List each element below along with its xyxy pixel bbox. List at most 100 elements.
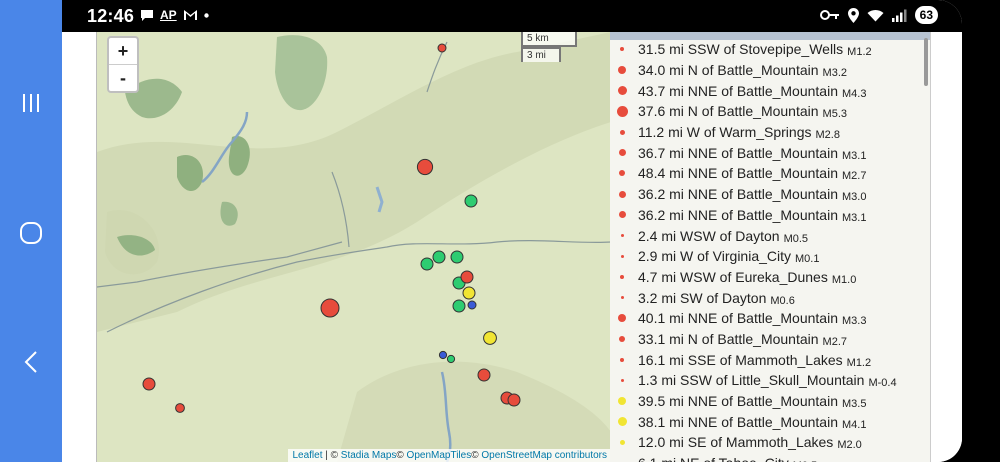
earthquake-list-item[interactable]: 4.7 mi WSW of Eureka_Dunes M1.0 <box>610 267 930 288</box>
earthquake-list-item[interactable]: 48.4 mi NNE of Battle_Mountain M2.7 <box>610 163 930 184</box>
earthquake-marker[interactable] <box>464 194 478 208</box>
earthquake-marker[interactable] <box>452 299 466 313</box>
earthquake-marker[interactable] <box>437 43 447 53</box>
notification-dot-icon <box>203 12 209 18</box>
earthquake-list-item[interactable]: 38.1 mi NNE of Battle_Mountain M4.1 <box>610 411 930 432</box>
earthquake-marker[interactable] <box>446 354 456 364</box>
earthquake-location: 40.1 mi NNE of Battle_Mountain <box>638 310 838 327</box>
earthquake-list-item[interactable]: 36.7 mi NNE of Battle_Mountain M3.1 <box>610 142 930 163</box>
earthquake-marker[interactable] <box>462 286 476 300</box>
earthquake-list-item[interactable]: 11.2 mi W of Warm_Springs M2.8 <box>610 122 930 143</box>
status-bar: 12:46 AP 63 <box>62 0 962 32</box>
earthquake-list-item[interactable]: 39.5 mi NNE of Battle_Mountain M3.5 <box>610 391 930 412</box>
earthquake-location: 33.1 mi N of Battle_Mountain <box>638 330 819 347</box>
earthquake-location: 34.0 mi N of Battle_Mountain <box>638 62 819 79</box>
openstreetmap-link[interactable]: OpenStreetMap contributors <box>481 450 607 461</box>
earthquake-list-item[interactable]: 2.9 mi W of Virginia_City M0.1 <box>610 246 930 267</box>
magnitude-dot-icon <box>620 378 624 382</box>
zoom-in-button[interactable]: + <box>109 38 137 65</box>
openmaptiles-link[interactable]: OpenMapTiles <box>407 450 472 461</box>
earthquake-marker[interactable] <box>483 331 497 345</box>
earthquake-list-item[interactable]: 1.3 mi SSW of Little_Skull_Mountain M-0.4 <box>610 370 930 391</box>
earthquake-magnitude: M0.6 <box>770 294 795 307</box>
earthquake-magnitude: M2.0 <box>837 439 862 452</box>
back-button[interactable] <box>0 332 62 392</box>
ap-news-icon: AP <box>160 8 177 22</box>
recent-apps-icon <box>23 94 39 112</box>
earthquake-list-item[interactable]: 36.2 mi NNE of Battle_Mountain M3.0 <box>610 184 930 205</box>
earthquake-marker[interactable] <box>467 300 477 310</box>
back-arrow-icon <box>24 351 37 373</box>
magnitude-dot-icon <box>617 417 627 427</box>
earthquake-map[interactable]: + - 5 km 3 mi Leaflet | © Stadia Maps© O… <box>96 32 611 462</box>
earthquake-location: 39.5 mi NNE of Battle_Mountain <box>638 393 838 410</box>
gmail-icon <box>183 10 197 20</box>
earthquake-location: 36.2 mi NNE of Battle_Mountain <box>638 206 838 223</box>
stadia-maps-link[interactable]: Stadia Maps <box>341 450 397 461</box>
earthquake-list-item[interactable]: 33.1 mi N of Battle_Mountain M2.7 <box>610 329 930 350</box>
wifi-icon <box>867 9 884 21</box>
earthquake-location: 11.2 mi W of Warm_Springs <box>638 124 812 141</box>
earthquake-location: 2.9 mi W of Virginia_City <box>638 248 792 265</box>
earthquake-marker[interactable] <box>438 350 448 360</box>
earthquake-marker[interactable] <box>450 250 464 264</box>
web-page: + - 5 km 3 mi Leaflet | © Stadia Maps© O… <box>62 32 962 462</box>
location-pin-icon <box>847 7 859 23</box>
earthquake-marker[interactable] <box>175 403 185 413</box>
zoom-out-button[interactable]: - <box>109 65 137 91</box>
key-icon <box>819 10 839 20</box>
earthquake-location: 4.7 mi WSW of Eureka_Dunes <box>638 268 828 285</box>
magnitude-dot-icon <box>618 211 626 219</box>
earthquake-marker[interactable] <box>507 393 521 407</box>
earthquake-list-item[interactable]: 16.1 mi SSE of Mammoth_Lakes M1.2 <box>610 349 930 370</box>
earthquake-magnitude: M1.2 <box>847 46 872 59</box>
magnitude-dot-icon <box>620 357 624 362</box>
earthquake-marker[interactable] <box>142 377 156 391</box>
earthquake-magnitude: M3.3 <box>842 315 867 328</box>
scale-bar: 5 km 3 mi <box>521 32 577 62</box>
recent-apps-button[interactable] <box>0 73 62 133</box>
magnitude-dot-icon <box>620 254 624 258</box>
earthquake-location: 48.4 mi NNE of Battle_Mountain <box>638 165 838 182</box>
earthquake-magnitude: M0.5 <box>783 232 809 245</box>
cell-signal-icon <box>891 9 907 22</box>
earthquake-marker[interactable] <box>432 250 446 264</box>
list-scrollbar[interactable] <box>924 38 928 86</box>
earthquake-location: 31.5 mi SSW of Stovepipe_Wells <box>638 41 844 58</box>
earthquake-location: 3.2 mi SW of Dayton <box>638 289 767 306</box>
earthquake-list-item[interactable]: 34.0 mi N of Battle_Mountain M3.2 <box>610 60 930 81</box>
earthquake-list-item[interactable]: 43.7 mi NNE of Battle_Mountain M4.3 <box>610 80 930 101</box>
earthquake-marker[interactable] <box>416 158 434 176</box>
earthquake-marker[interactable] <box>420 257 434 271</box>
earthquake-magnitude: M3.1 <box>842 149 867 162</box>
earthquake-marker[interactable] <box>320 298 340 318</box>
zoom-control: + - <box>107 36 139 93</box>
earthquake-location: 2.4 mi WSW of Dayton <box>638 227 780 244</box>
scale-mi: 3 mi <box>521 47 561 62</box>
earthquake-magnitude: M3.1 <box>842 211 867 224</box>
earthquake-list-item[interactable]: 2.4 mi WSW of Dayton M0.5 <box>610 225 930 246</box>
earthquake-list-item[interactable]: 37.6 mi N of Battle_Mountain M5.3 <box>610 101 930 122</box>
earthquake-list-item[interactable]: 12.0 mi SE of Mammoth_Lakes M2.0 <box>610 432 930 453</box>
earthquake-list[interactable]: 31.5 mi SSW of Stovepipe_Wells M1.2 34.0 m… <box>610 32 931 462</box>
magnitude-dot-icon <box>618 190 626 198</box>
magnitude-dot-icon <box>617 86 627 96</box>
earthquake-location: 6.1 mi NE of Tahoe_City <box>638 455 789 462</box>
home-button[interactable] <box>0 203 62 263</box>
magnitude-dot-icon <box>620 296 624 300</box>
earthquake-marker[interactable] <box>460 270 474 284</box>
earthquake-magnitude: M3.5 <box>842 398 867 411</box>
earthquake-location: 43.7 mi NNE of Battle_Mountain <box>638 82 838 99</box>
earthquake-list-item[interactable]: 6.1 mi NE of Tahoe_CityM0.5 <box>610 453 930 462</box>
phone-screen: 12:46 AP 63 + - 5 km 3 mi Leaflet | © St… <box>62 0 962 462</box>
earthquake-list-item[interactable]: 31.5 mi SSW of Stovepipe_Wells M1.2 <box>610 39 930 60</box>
earthquake-list-item[interactable]: 36.2 mi NNE of Battle_Mountain M3.1 <box>610 205 930 226</box>
earthquake-magnitude: M-0.4 <box>868 377 897 390</box>
earthquake-list-item[interactable]: 3.2 mi SW of Dayton M0.6 <box>610 287 930 308</box>
scale-km: 5 km <box>521 32 577 47</box>
magnitude-dot-icon <box>618 66 626 75</box>
leaflet-link[interactable]: Leaflet <box>292 450 322 461</box>
earthquake-list-item[interactable]: 40.1 mi NNE of Battle_Mountain M3.3 <box>610 308 930 329</box>
earthquake-marker[interactable] <box>477 368 491 382</box>
map-attribution: Leaflet | © Stadia Maps© OpenMapTiles© O… <box>288 449 611 462</box>
